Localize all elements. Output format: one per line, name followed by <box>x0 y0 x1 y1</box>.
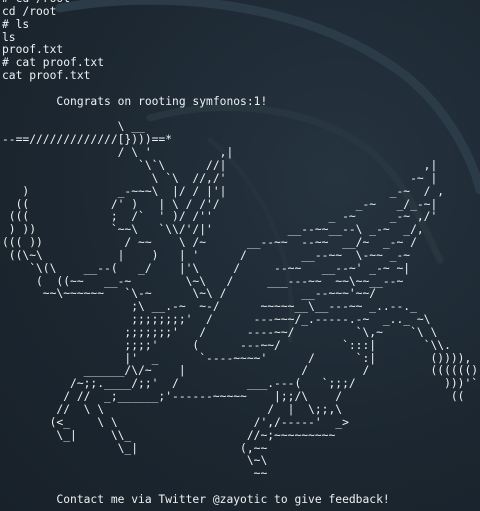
terminal-line: ((( )) / ~~ \ /~ __--~~ --~~ __/~ _-~ / <box>2 236 417 250</box>
terminal-window[interactable]: # cd /rootcd /root# lslsproof.txt# cat p… <box>0 0 480 511</box>
terminal-line: ;;;;;;;' / ----~~/ `\,~ `\ \ <box>2 325 438 339</box>
terminal-line: `\(\ __--( _/ |'\ / --~~ __--~' _-~ ~| <box>2 261 411 275</box>
terminal-line: \_| \\_ //~;~~~~~~~~~ <box>2 428 336 442</box>
terminal-line: ;;;;' ( ---~~/ `:::| `\\. <box>2 338 451 352</box>
terminal-output: # cd /rootcd /root# lslsproof.txt# cat p… <box>2 0 480 507</box>
terminal-line: `\`\ //| ,| <box>2 158 438 172</box>
terminal-line: ls <box>2 30 16 44</box>
terminal-line: Congrats on rooting symfonos:1! <box>2 94 268 108</box>
terminal-line: ;;;;;;;;' / ---~~~/_.-----.-~ _.._ ~\ <box>2 313 431 327</box>
terminal-line: # ls <box>2 17 30 31</box>
terminal-line: cd /root <box>2 4 57 18</box>
terminal-line: // \ \ / | \;;,\ <box>2 403 343 416</box>
terminal-line: ~~ <box>2 467 268 481</box>
terminal-line: ) _-~~~\ |/ / |'| _-~ / , <box>2 184 445 198</box>
terminal-line: ((\~\ | ) | ' / __--~~ \-~~ _-~ <box>2 248 411 262</box>
terminal-line: Contact me via Twitter @zayotic to give … <box>2 492 390 506</box>
terminal-line: cat proof.txt <box>2 69 91 83</box>
terminal-line: (<_ \ \ /',/-----' _> <box>2 415 349 429</box>
terminal-line: \ `\ //,/' -~ | <box>2 171 438 185</box>
